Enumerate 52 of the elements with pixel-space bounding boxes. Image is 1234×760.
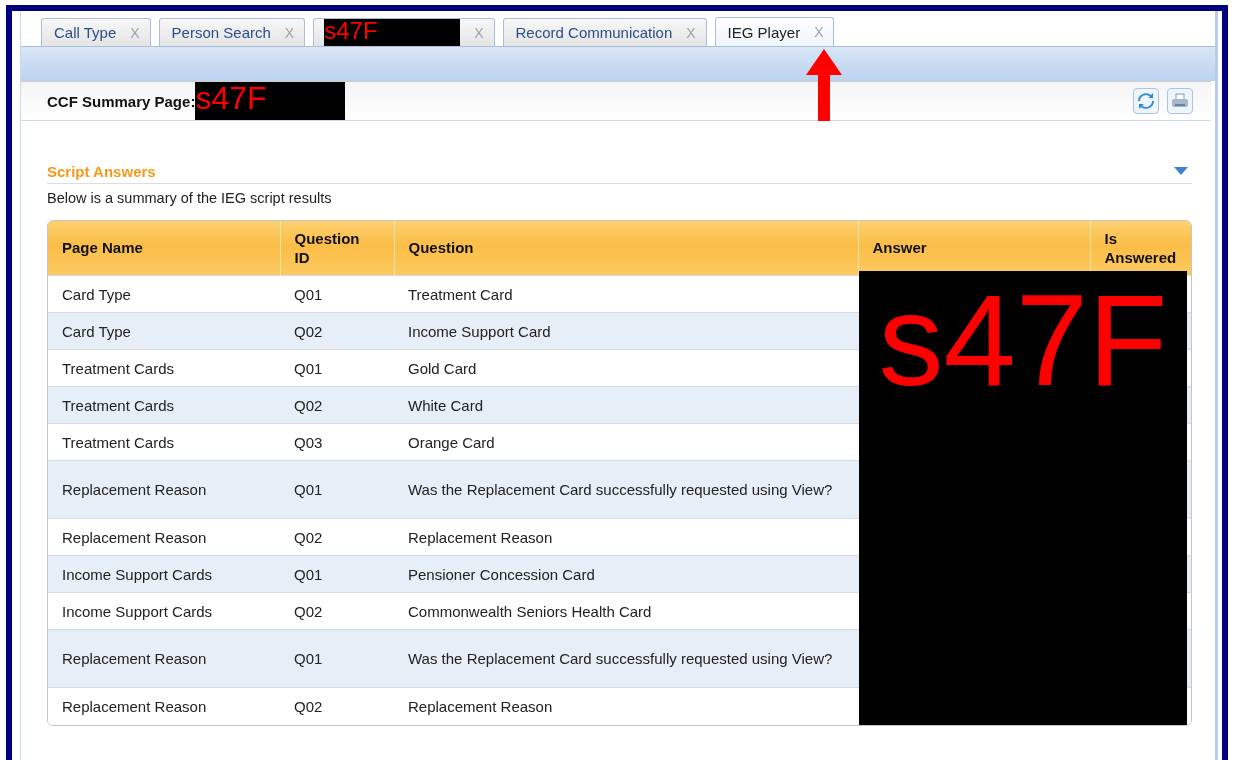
tab[interactable]: s47F X [313,18,495,46]
redaction-box: s47F [324,18,461,47]
table-cell: Replacement Reason [48,629,280,688]
refresh-icon [1137,92,1155,110]
table-cell: Q03 [280,423,394,461]
page-title: CCF Summary Page: [47,92,196,110]
tab[interactable]: Record Communication X [502,18,707,46]
table-cell: Replacement Reason [48,687,280,725]
table-cell: Replacement Reason [48,518,280,556]
tab[interactable]: Call Type X [41,18,151,46]
refresh-button[interactable] [1133,88,1159,114]
table-cell: Treatment Cards [48,349,280,387]
tab[interactable]: IEG Player X [714,17,835,46]
table-cell: Q02 [280,312,394,350]
arrow-icon [806,49,842,121]
column-header: Is Answered [1090,221,1191,276]
tab[interactable]: Person Search X [158,18,306,46]
table-cell: Card Type [48,275,280,313]
table-cell: Gold Card [394,349,858,387]
column-header: Question ID [280,221,394,276]
redaction-box: s47F [859,271,1187,725]
table-cell: Q01 [280,555,394,593]
redaction-box: s47F [195,82,346,120]
table-cell: Q01 [280,349,394,387]
table-cell: Q02 [280,592,394,630]
section-description: Below is a summary of the IEG script results [47,190,333,206]
table-cell: Income Support Cards [48,555,280,593]
table-cell: Was the Replacement Card successfully requested using View? [394,460,858,519]
table-cell: Q02 [280,518,394,556]
collapse-toggle-icon[interactable] [1174,167,1188,175]
table-cell: Card Type [48,312,280,350]
print-button[interactable] [1167,88,1193,114]
table-cell: Q02 [280,386,394,424]
table-cell: Income Support Card [394,312,858,350]
table-cell: Q01 [280,460,394,519]
table-cell: Pensioner Concession Card [394,555,858,593]
table-cell: Income Support Cards [48,592,280,630]
printer-icon [1171,92,1189,110]
table-cell: Treatment Cards [48,386,280,424]
table-cell: Replacement Reason [394,518,858,556]
column-header: Page Name [48,221,280,276]
table-cell: Orange Card [394,423,858,461]
table-cell: White Card [394,386,858,424]
table-cell: Commonwealth Seniors Health Card [394,592,858,630]
table-cell: Was the Replacement Card successfully requested using View? [394,629,858,688]
table-cell: Replacement Reason [48,460,280,519]
column-header: Question [394,221,858,276]
table-cell: Treatment Cards [48,423,280,461]
table-cell: Treatment Card [394,275,858,313]
section-title: Script Answers [47,162,156,180]
table-cell: Q01 [280,275,394,313]
table-cell: Q01 [280,629,394,688]
